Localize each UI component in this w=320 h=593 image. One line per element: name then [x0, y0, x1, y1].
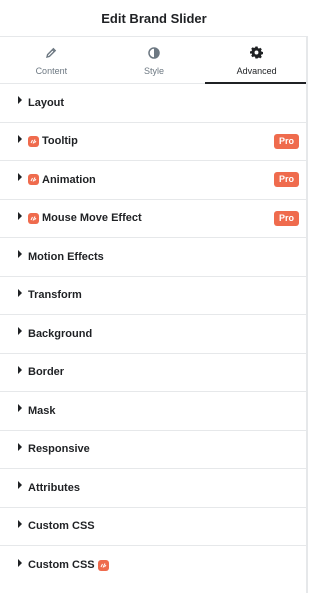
- half-circle-icon: [148, 46, 160, 60]
- tab-content[interactable]: Content: [0, 37, 103, 83]
- tab-advanced[interactable]: Advanced: [205, 37, 308, 84]
- section-label: Responsive: [28, 443, 90, 456]
- panel-header: Edit Brand Slider: [0, 0, 308, 36]
- section-border[interactable]: Border: [0, 354, 308, 392]
- caret-right-icon: [18, 96, 22, 105]
- section-motion-effects[interactable]: Motion Effects: [0, 238, 308, 277]
- caret-right-icon: [18, 519, 22, 528]
- pro-badge: Pro: [273, 210, 299, 226]
- section-custom-css[interactable]: Custom CSS: [0, 508, 308, 546]
- tab-style[interactable]: Style: [103, 37, 206, 83]
- section-transform[interactable]: Transform: [0, 277, 308, 315]
- section-label: Tooltip: [42, 135, 78, 148]
- section-attributes[interactable]: Attributes: [0, 469, 308, 508]
- caret-right-icon: [18, 211, 22, 220]
- section-background[interactable]: Background: [0, 315, 308, 354]
- section-tooltip[interactable]: Tooltip Pro: [0, 123, 308, 161]
- caret-right-icon: [18, 558, 22, 567]
- section-mask[interactable]: Mask: [0, 392, 308, 431]
- section-label: Layout: [28, 96, 65, 109]
- section-label: Transform: [28, 289, 82, 302]
- section-label: Custom CSS: [28, 520, 95, 533]
- section-label: Motion Effects: [28, 250, 104, 263]
- caret-right-icon: [18, 327, 22, 336]
- advanced-sections: Layout Tooltip Pro Animation Pro Mouse M…: [0, 84, 308, 585]
- tab-label: Style: [144, 65, 165, 76]
- caret-right-icon: [18, 442, 22, 451]
- caret-right-icon: [18, 288, 22, 297]
- section-layout[interactable]: Layout: [0, 84, 308, 123]
- section-label: Border: [28, 366, 65, 379]
- section-label: Mask: [28, 404, 56, 417]
- section-label: Mouse Move Effect: [42, 212, 142, 225]
- section-custom-css-addon[interactable]: Custom CSS: [0, 546, 308, 585]
- caret-right-icon: [18, 134, 22, 143]
- panel-title: Edit Brand Slider: [101, 11, 207, 26]
- tab-label: Content: [35, 65, 68, 76]
- section-label: Background: [28, 327, 93, 340]
- addon-brand-icon: [28, 174, 39, 186]
- section-mouse-move-effect[interactable]: Mouse Move Effect Pro: [0, 200, 308, 238]
- pro-badge: Pro: [273, 172, 299, 188]
- panel-edge-divider: [306, 36, 308, 593]
- caret-right-icon: [18, 173, 22, 182]
- addon-brand-icon: [28, 212, 39, 224]
- tab-label: Advanced: [236, 65, 277, 76]
- pro-badge: Pro: [273, 133, 299, 149]
- section-animation[interactable]: Animation Pro: [0, 161, 308, 200]
- caret-right-icon: [18, 404, 22, 413]
- section-label: Attributes: [28, 481, 80, 494]
- addon-brand-icon: [28, 135, 39, 147]
- section-label: Custom CSS: [28, 559, 95, 572]
- addon-brand-icon: [97, 559, 109, 571]
- caret-right-icon: [18, 481, 22, 490]
- pencil-icon: [45, 46, 57, 60]
- section-label: Animation: [42, 173, 96, 186]
- section-responsive[interactable]: Responsive: [0, 431, 308, 469]
- caret-right-icon: [18, 365, 22, 374]
- tab-bar: Content Style Advanced: [0, 36, 308, 84]
- caret-right-icon: [18, 250, 22, 259]
- gear-icon: [250, 46, 264, 60]
